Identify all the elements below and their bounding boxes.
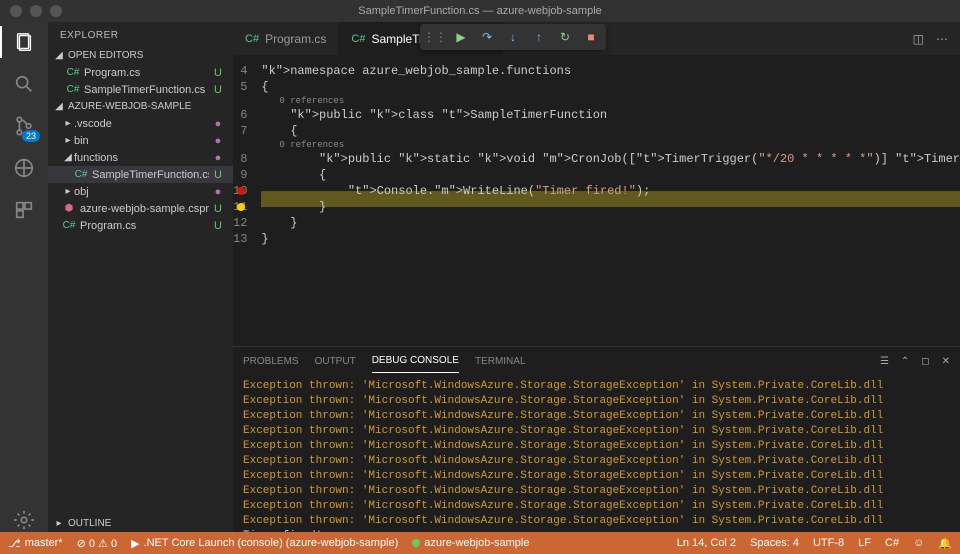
panel-maximize-icon[interactable]: ◻ bbox=[921, 356, 929, 367]
tree-item[interactable]: ▸.vscode● bbox=[48, 115, 233, 132]
status-bar: ⎇ master* ⊘ 0 ⚠ 0 ▶ .NET Core Launch (co… bbox=[0, 532, 960, 554]
settings-activity-icon[interactable] bbox=[12, 508, 36, 532]
open-editor-item[interactable]: C#SampleTimerFunction.cs functionsU bbox=[48, 81, 233, 98]
tree-item[interactable]: C#SampleTimerFunction.csU bbox=[48, 166, 233, 183]
panel-filter-icon[interactable]: ☰ bbox=[880, 356, 889, 367]
editor-tab[interactable]: C#Program.cs bbox=[233, 22, 339, 55]
status-launch[interactable]: ▶ .NET Core Launch (console) (azure-webj… bbox=[131, 537, 398, 550]
drag-handle-icon[interactable]: ⋮⋮ bbox=[426, 28, 444, 46]
search-activity-icon[interactable] bbox=[12, 72, 36, 96]
debug-activity-icon[interactable] bbox=[12, 156, 36, 180]
project-header[interactable]: ◢AZURE-WEBJOB-SAMPLE bbox=[48, 98, 233, 115]
window-title: SampleTimerFunction.cs — azure-webjob-sa… bbox=[0, 5, 960, 17]
debug-console-output[interactable]: Exception thrown: 'Microsoft.WindowsAzur… bbox=[233, 375, 960, 532]
status-notifications-icon[interactable]: 🔔 bbox=[938, 537, 952, 550]
status-lang[interactable]: C# bbox=[885, 537, 899, 549]
activity-bar: 23 bbox=[0, 22, 48, 532]
status-feedback-icon[interactable]: ☺ bbox=[913, 537, 924, 549]
scm-activity-icon[interactable]: 23 bbox=[12, 114, 36, 138]
step-into-button[interactable]: ↓ bbox=[504, 28, 522, 46]
tree-item[interactable]: ▸obj● bbox=[48, 183, 233, 200]
sidebar-title: EXPLORER bbox=[48, 22, 233, 47]
continue-button[interactable]: ▶ bbox=[452, 28, 470, 46]
tree-item[interactable]: ▸bin● bbox=[48, 132, 233, 149]
restart-button[interactable]: ↻ bbox=[556, 28, 574, 46]
explorer-activity-icon[interactable] bbox=[12, 30, 36, 54]
extensions-activity-icon[interactable] bbox=[12, 198, 36, 222]
status-project[interactable]: azure-webjob-sample bbox=[412, 537, 529, 549]
tab-output[interactable]: OUTPUT bbox=[315, 350, 356, 373]
status-position[interactable]: Ln 14, Col 2 bbox=[677, 537, 736, 549]
code-editor[interactable]: 45678910111213 "k">namespace azure_webjo… bbox=[233, 55, 960, 346]
panel-close-icon[interactable]: ✕ bbox=[942, 356, 950, 367]
tree-item[interactable]: ⬢azure-webjob-sample.csprojU bbox=[48, 200, 233, 217]
more-actions-icon[interactable]: ⋯ bbox=[936, 32, 948, 46]
tab-problems[interactable]: PROBLEMS bbox=[243, 350, 299, 373]
tree-item[interactable]: ◢functions● bbox=[48, 149, 233, 166]
tree-item[interactable]: C#Program.csU bbox=[48, 217, 233, 234]
explorer-sidebar: EXPLORER ◢OPEN EDITORS C#Program.csUC#Sa… bbox=[48, 22, 233, 532]
editor-actions: ◫ ⋯ bbox=[913, 22, 960, 55]
status-branch[interactable]: ⎇ master* bbox=[8, 537, 63, 550]
bottom-panel: PROBLEMS OUTPUT DEBUG CONSOLE TERMINAL ☰… bbox=[233, 346, 960, 532]
editor-area: C#Program.csC#SampleTimerFun...● ◫ ⋯ 456… bbox=[233, 22, 960, 532]
scm-badge: 23 bbox=[22, 130, 40, 142]
open-editors-header[interactable]: ◢OPEN EDITORS bbox=[48, 47, 233, 64]
open-editor-item[interactable]: C#Program.csU bbox=[48, 64, 233, 81]
status-spaces[interactable]: Spaces: 4 bbox=[750, 537, 799, 549]
step-out-button[interactable]: ↑ bbox=[530, 28, 548, 46]
panel-collapse-icon[interactable]: ⌃ bbox=[901, 356, 909, 367]
outline-header[interactable]: ▸OUTLINE bbox=[48, 515, 233, 532]
stop-button[interactable]: ■ bbox=[582, 28, 600, 46]
step-over-button[interactable]: ↷ bbox=[478, 28, 496, 46]
debug-toolbar[interactable]: ⋮⋮ ▶ ↷ ↓ ↑ ↻ ■ bbox=[420, 24, 606, 50]
tab-debug-console[interactable]: DEBUG CONSOLE bbox=[372, 349, 459, 373]
tab-terminal[interactable]: TERMINAL bbox=[475, 350, 526, 373]
status-encoding[interactable]: UTF-8 bbox=[813, 537, 844, 549]
status-eol[interactable]: LF bbox=[858, 537, 871, 549]
status-errors[interactable]: ⊘ 0 ⚠ 0 bbox=[77, 537, 117, 550]
split-editor-icon[interactable]: ◫ bbox=[913, 32, 924, 46]
titlebar: SampleTimerFunction.cs — azure-webjob-sa… bbox=[0, 0, 960, 22]
